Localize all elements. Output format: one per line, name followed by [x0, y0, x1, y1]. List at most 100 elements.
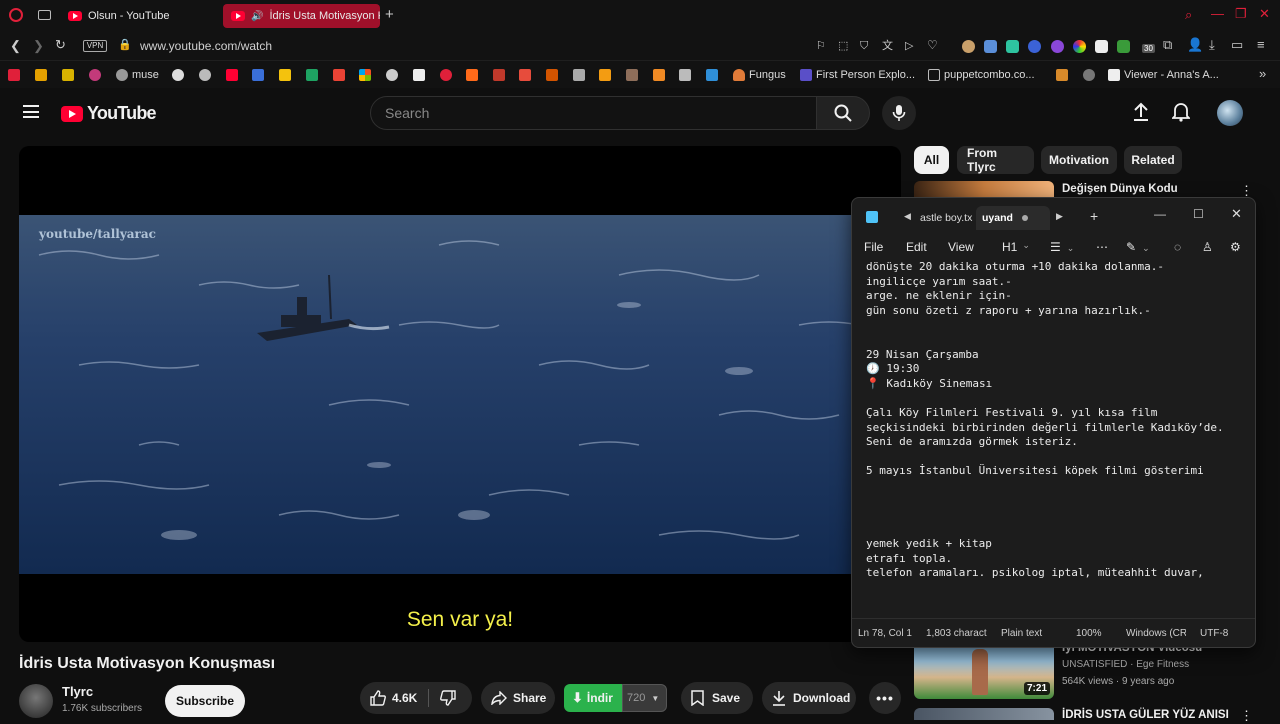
- minimize-icon[interactable]: —: [1211, 7, 1224, 21]
- ai-write-icon[interactable]: ✎ ⌄: [1126, 240, 1150, 254]
- tab-overview-icon[interactable]: [38, 10, 51, 20]
- notepad-tab-uyand[interactable]: uyand: [976, 206, 1050, 230]
- bookmark-icon[interactable]: [1056, 67, 1068, 82]
- bookmark-icon[interactable]: [679, 67, 691, 82]
- bookmark-icon[interactable]: [306, 67, 318, 82]
- menu-edit[interactable]: Edit: [906, 240, 927, 254]
- status-zoom[interactable]: 100%: [1076, 628, 1102, 639]
- avatar[interactable]: [1217, 100, 1243, 126]
- maximize-icon[interactable]: ❐: [1235, 7, 1247, 21]
- heart-icon[interactable]: ♡: [927, 38, 938, 52]
- bookmark-icon[interactable]: [440, 67, 452, 82]
- share-button[interactable]: Share: [481, 682, 555, 714]
- voice-search-button[interactable]: [882, 96, 916, 130]
- chip-motivation[interactable]: Motivation: [1041, 146, 1117, 174]
- forward-icon[interactable]: ❯: [33, 39, 44, 53]
- extension-icon[interactable]: [1117, 40, 1130, 53]
- video-player[interactable]: youtube/tallyarac Sen var ya!: [19, 146, 901, 642]
- tab-olsun[interactable]: Olsun - YouTube: [60, 4, 220, 28]
- related-video-title[interactable]: İDRİS USTA GÜLER YÜZ ANISI: [1062, 709, 1229, 721]
- pin-icon[interactable]: ⚐: [816, 39, 826, 53]
- bookmark-icon[interactable]: [519, 67, 531, 82]
- notepad-tab-castle-boy[interactable]: astle boy.tx: [920, 206, 976, 230]
- video-frame[interactable]: youtube/tallyarac: [19, 215, 901, 574]
- close-window-icon[interactable]: ✕: [1259, 7, 1270, 21]
- list-format-icon[interactable]: ☰ ⌄: [1050, 240, 1074, 254]
- subscribe-button[interactable]: Subscribe: [165, 685, 245, 717]
- notepad-window[interactable]: ◀ astle boy.tx uyand ▶ + — ☐ ✕ File Edit…: [851, 197, 1256, 648]
- extension-icon[interactable]: [1028, 40, 1041, 53]
- download-icon[interactable]: ⤓: [1209, 38, 1215, 52]
- notepad-text-area[interactable]: dönüşte 20 dakika oturma +10 dakika dola…: [866, 260, 1246, 581]
- like-button[interactable]: 4.6K: [360, 690, 417, 706]
- search-input[interactable]: Search: [370, 96, 817, 130]
- bookmark-icon[interactable]: [226, 67, 238, 82]
- back-icon[interactable]: ❮: [10, 39, 21, 53]
- upload-icon[interactable]: [1132, 102, 1150, 127]
- bookmark-icon[interactable]: [386, 67, 398, 82]
- copilot-icon[interactable]: ◌: [1174, 240, 1181, 254]
- maximize-icon[interactable]: ☐: [1193, 207, 1204, 221]
- bookmark-icon[interactable]: [62, 67, 74, 82]
- bookmark-icon[interactable]: [599, 67, 611, 82]
- reload-icon[interactable]: ↻: [55, 38, 66, 52]
- gmail-icon[interactable]: [333, 67, 345, 82]
- hamburger-menu-icon[interactable]: [23, 105, 39, 118]
- bookmark-icon[interactable]: [172, 67, 184, 82]
- tab-scroll-right-icon[interactable]: ▶: [1056, 211, 1063, 222]
- opera-logo-icon[interactable]: [9, 8, 23, 22]
- indir-button[interactable]: ⬇ İndir: [564, 684, 622, 712]
- more-vertical-icon[interactable]: ⋮: [1240, 708, 1253, 724]
- tab-idris-usta[interactable]: 🔊 İdris Usta Motivasyon K: [223, 4, 380, 28]
- new-tab-icon[interactable]: +: [385, 7, 394, 22]
- related-video-title[interactable]: Değişen Dünya Kodu: [1062, 183, 1178, 195]
- related-video-thumbnail[interactable]: [914, 708, 1054, 720]
- extensions-puzzle-icon[interactable]: ⧉: [1163, 38, 1172, 52]
- extension-icon[interactable]: [984, 40, 997, 53]
- url-field[interactable]: www.youtube.com/watch: [140, 39, 272, 53]
- related-video-channel[interactable]: UNSATISFIED · Ege Fitness: [1062, 659, 1189, 670]
- channel-name[interactable]: Tlyrc: [62, 684, 93, 699]
- bookmark-icon[interactable]: [279, 67, 291, 82]
- bookmark-puppetcombo[interactable]: puppetcombo.co...: [928, 67, 1035, 82]
- tab-scroll-left-icon[interactable]: ◀: [904, 211, 911, 222]
- search-tabs-icon[interactable]: ⌕: [1185, 8, 1192, 22]
- new-tab-icon[interactable]: +: [1090, 208, 1098, 224]
- vpn-badge[interactable]: VPN: [83, 40, 107, 52]
- save-button[interactable]: Save: [681, 682, 753, 714]
- snapshot-icon[interactable]: ⬚: [838, 39, 848, 53]
- bookmark-icon[interactable]: [413, 67, 425, 82]
- bookmarks-overflow-icon[interactable]: »: [1259, 67, 1266, 81]
- account-icon[interactable]: ♙: [1202, 240, 1213, 254]
- bookmark-icon[interactable]: [493, 67, 505, 82]
- bookmark-fungus[interactable]: Fungus: [733, 67, 786, 82]
- bookmark-icon[interactable]: [1083, 67, 1095, 82]
- profile-icon[interactable]: 👤: [1187, 38, 1203, 52]
- bookmark-icon[interactable]: [8, 67, 20, 82]
- bookmark-icon[interactable]: [199, 67, 211, 82]
- bookmark-icon[interactable]: [252, 67, 264, 82]
- status-format[interactable]: Plain text: [1001, 628, 1042, 639]
- settings-gear-icon[interactable]: ⚙: [1230, 240, 1241, 254]
- shield-icon[interactable]: ⛉: [860, 39, 868, 53]
- bookmark-muse[interactable]: muse: [116, 67, 159, 82]
- menu-icon[interactable]: ≡: [1257, 38, 1265, 52]
- chip-related[interactable]: Related: [1124, 146, 1182, 174]
- youtube-logo[interactable]: YouTube: [61, 103, 157, 124]
- close-icon[interactable]: ✕: [1231, 206, 1242, 222]
- bookmark-icon[interactable]: [573, 67, 585, 82]
- search-button[interactable]: [816, 96, 870, 130]
- quality-select[interactable]: 720 ▼: [622, 684, 667, 712]
- heading-dropdown[interactable]: H1 ⌄: [1002, 240, 1030, 254]
- chip-from-channel[interactable]: From Tlyrc: [957, 146, 1034, 174]
- extension-badge[interactable]: 30: [1142, 44, 1155, 53]
- battery-icon[interactable]: ▭: [1231, 38, 1243, 52]
- bookmark-first-person[interactable]: First Person Explo...: [800, 67, 915, 82]
- bookmark-icon[interactable]: [89, 67, 101, 82]
- menu-file[interactable]: File: [864, 240, 883, 254]
- download-button[interactable]: Download: [762, 682, 856, 714]
- related-video-thumbnail[interactable]: 7:21: [914, 645, 1054, 699]
- minimize-icon[interactable]: —: [1154, 207, 1166, 221]
- status-encoding[interactable]: UTF-8: [1200, 628, 1228, 639]
- bookmark-annas-archive[interactable]: Viewer - Anna's A...: [1108, 67, 1219, 82]
